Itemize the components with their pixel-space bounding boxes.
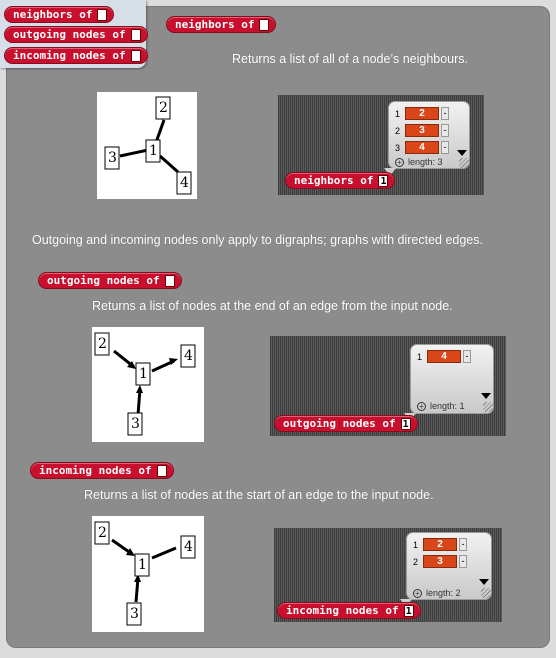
list-item-value[interactable]: 4 [427, 350, 461, 363]
neighbors-description: Returns a list of all of a node’s neighb… [232, 52, 469, 66]
list-item-handle[interactable]: - [459, 555, 467, 568]
list-length: + length: 3 [395, 157, 443, 167]
add-item-icon[interactable]: + [395, 157, 404, 167]
palette-neighbors-block[interactable]: neighbors of [4, 6, 115, 23]
palette-incoming-block[interactable]: incoming nodes of [4, 47, 148, 64]
neighbors-header-block[interactable]: neighbors of [166, 16, 277, 33]
graph-node-label: 2 [98, 336, 107, 352]
outgoing-result-block[interactable]: outgoing nodes of 1 [274, 415, 418, 432]
graph-node-label: 1 [149, 143, 158, 159]
block-input-slot[interactable] [164, 274, 175, 287]
block-input-slot[interactable] [130, 28, 141, 41]
list-item-value[interactable]: 3 [423, 555, 457, 568]
graph-node-label: 4 [180, 175, 189, 191]
list-length: + length: 1 [417, 401, 465, 411]
outgoing-graph-image: 2 1 4 3 [92, 327, 204, 442]
neighbors-graph-image: 2 1 3 4 [97, 92, 197, 199]
resize-grip-icon[interactable] [483, 402, 493, 412]
list-item: 2 3 - [395, 123, 449, 138]
graph-node-label: 1 [138, 557, 147, 573]
outgoing-description: Returns a list of nodes at the end of an… [92, 299, 453, 313]
graph-node-label: 2 [159, 100, 168, 116]
list-item-handle[interactable]: - [441, 141, 449, 154]
list-item-handle[interactable]: - [441, 107, 449, 120]
graph-node-label: 2 [98, 525, 107, 541]
list-item-handle[interactable]: - [463, 350, 471, 363]
block-input-slot[interactable] [259, 18, 270, 31]
block-input-slot[interactable]: 1 [400, 417, 411, 430]
add-item-icon[interactable]: + [417, 401, 426, 411]
list-item-value[interactable]: 4 [405, 141, 439, 154]
block-label: neighbors of [13, 8, 93, 21]
graph-node-label: 3 [108, 150, 117, 166]
add-item-icon[interactable]: + [413, 588, 422, 598]
collapse-arrow-icon[interactable] [479, 579, 489, 585]
list-item-handle[interactable]: - [441, 124, 449, 137]
list-item: 1 2 - [413, 537, 467, 552]
graph-node-label: 4 [184, 348, 193, 364]
block-label: neighbors of [294, 174, 374, 187]
collapse-arrow-icon[interactable] [481, 393, 491, 399]
list-item: 1 2 - [395, 106, 449, 121]
block-label: outgoing nodes of [283, 417, 396, 430]
block-palette: neighbors of outgoing nodes of incoming … [0, 0, 148, 68]
block-label: incoming nodes of [286, 604, 399, 617]
block-label: neighbors of [175, 18, 255, 31]
block-input-slot[interactable]: 1 [403, 604, 414, 617]
resize-grip-icon[interactable] [481, 588, 491, 598]
block-label: incoming nodes of [39, 464, 152, 477]
neighbors-result-block[interactable]: neighbors of 1 [285, 172, 396, 189]
list-item: 1 4 - [417, 349, 471, 364]
list-item-value[interactable]: 3 [405, 124, 439, 137]
resize-grip-icon[interactable] [459, 158, 469, 168]
collapse-arrow-icon[interactable] [457, 150, 467, 156]
list-item: 2 3 - [413, 554, 467, 569]
list-item-value[interactable]: 2 [405, 107, 439, 120]
block-input-slot[interactable] [156, 464, 167, 477]
block-input-slot[interactable] [130, 49, 141, 62]
block-input-slot[interactable] [97, 8, 108, 21]
block-input-slot[interactable]: 1 [378, 174, 389, 187]
incoming-result-bubble: 1 2 - 2 3 - + length: 2 [406, 532, 492, 600]
list-item-handle[interactable]: - [459, 538, 467, 551]
incoming-description: Returns a list of nodes at the start of … [84, 488, 434, 502]
list-item-value[interactable]: 2 [423, 538, 457, 551]
graph-node-label: 4 [184, 539, 193, 555]
incoming-graph-image: 2 1 4 3 [92, 516, 204, 632]
outgoing-header-block[interactable]: outgoing nodes of [38, 272, 182, 289]
list-item: 3 4 - [395, 140, 449, 155]
list-length: + length: 2 [413, 588, 461, 598]
incoming-header-block[interactable]: incoming nodes of [30, 462, 174, 479]
outgoing-result-bubble: 1 4 - + length: 1 [410, 344, 494, 414]
palette-outgoing-block[interactable]: outgoing nodes of [4, 26, 148, 43]
block-label: outgoing nodes of [13, 28, 126, 41]
graph-node-label: 1 [139, 366, 148, 382]
graph-node-label: 3 [130, 606, 139, 622]
neighbors-result-bubble: 1 2 - 2 3 - 3 4 - + length: 3 [388, 101, 470, 169]
block-label: incoming nodes of [13, 49, 126, 62]
digraph-note: Outgoing and incoming nodes only apply t… [32, 233, 483, 247]
incoming-result-block[interactable]: incoming nodes of 1 [277, 602, 421, 619]
graph-node-label: 3 [131, 416, 140, 432]
block-label: outgoing nodes of [47, 274, 160, 287]
